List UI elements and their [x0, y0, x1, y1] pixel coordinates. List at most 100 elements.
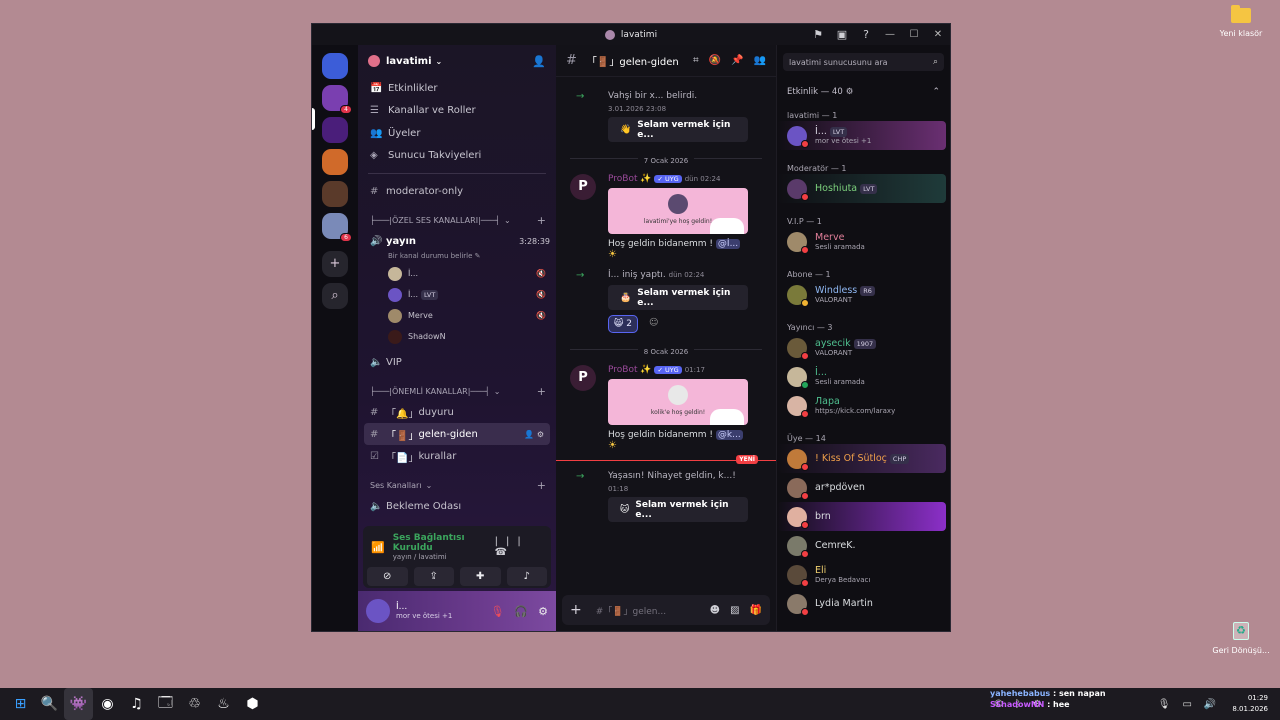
member-row[interactable]: brn	[777, 502, 946, 531]
voice-user[interactable]: Merve 🔇	[358, 305, 556, 326]
add-channel-icon[interactable]: +	[537, 479, 546, 492]
headphones-icon[interactable]: 🎧	[514, 605, 528, 618]
flag-icon[interactable]: ⚑	[806, 28, 830, 41]
bot-avatar[interactable]: P	[570, 174, 596, 200]
nav-item[interactable]: ◈ Sunucu Takviyeleri	[358, 145, 556, 168]
activities-button[interactable]: ✚	[460, 567, 501, 586]
welcome-card-image[interactable]: lavatimi'ye hoş geldin!	[608, 188, 748, 234]
spotify-app-icon[interactable]: ♫	[122, 688, 151, 720]
category-ozel-ses[interactable]: ├───|ÖZEL SES KANALLARI|───┤ ⌄ +	[358, 210, 556, 230]
close-button[interactable]: ✕	[926, 29, 950, 40]
search-input[interactable]: lavatimi sunucusunu ara ⌕	[783, 53, 944, 71]
channel-settings-icon[interactable]: 👤 ⚙	[524, 430, 544, 439]
nav-item[interactable]: 📅 Etkinlikler	[358, 77, 556, 100]
member-row[interactable]: İ... Sesli aramada	[777, 362, 946, 391]
maximize-button[interactable]: ☐	[902, 29, 926, 40]
member-row[interactable]: Eli Derya Bedavacı	[777, 560, 946, 589]
nav-item[interactable]: 👥 Üyeler	[358, 122, 556, 145]
voice-channel-bekleme[interactable]: 🔈 Bekleme Odası	[358, 495, 556, 517]
minimize-button[interactable]: —	[878, 29, 902, 40]
app-icon[interactable]: ♲	[180, 688, 209, 720]
bot-avatar[interactable]: P	[570, 365, 596, 391]
explore-icon[interactable]: ⌕	[322, 283, 348, 309]
guild-header[interactable]: lavatimi ⌄ 👤	[358, 45, 556, 77]
reaction[interactable]: 😸 2	[608, 315, 638, 333]
image-icon[interactable]: ▨	[730, 605, 739, 616]
server-icon[interactable]	[322, 181, 348, 207]
soundboard-button[interactable]: ♪	[506, 567, 547, 586]
invite-icon[interactable]: 👤	[532, 55, 546, 68]
member-list-icon[interactable]: 👥	[754, 55, 766, 66]
camera-off-button[interactable]: ⊘	[367, 567, 408, 586]
welcome-card-image[interactable]: kolik'e hoş geldin!	[608, 379, 748, 425]
noise-suppression-icon[interactable]: |||	[495, 536, 529, 547]
activity-header[interactable]: Etkinlik — 40 ⚙ ⌃	[777, 87, 950, 97]
greet-button[interactable]: 🐱 Selam vermek için e...	[608, 497, 748, 522]
nav-item[interactable]: ☰ Kanallar ve Roller	[358, 100, 556, 123]
channel-moderator-only[interactable]: # moderator-only	[358, 180, 556, 202]
mention[interactable]: @k...	[715, 430, 743, 440]
voice-user[interactable]: ShadowN	[358, 326, 556, 347]
server-icon[interactable]: 6	[322, 213, 352, 242]
message-composer[interactable]: + #「🚪」gelen... ☻ ▨ 🎁	[562, 595, 770, 625]
steam-app-icon[interactable]: ♨	[209, 688, 238, 720]
desktop-recycle-bin[interactable]: ♻ Geri Dönüşü...	[1211, 622, 1271, 655]
display-icon[interactable]: ▭	[1182, 699, 1191, 710]
member-row[interactable]: aysecik 1907 VALORANT	[777, 333, 946, 362]
add-channel-icon[interactable]: +	[537, 214, 546, 227]
help-icon[interactable]: ?	[854, 28, 878, 41]
voice-channel-vip[interactable]: 🔈 VIP	[358, 351, 556, 373]
message-input[interactable]: #「🚪」gelen...	[596, 604, 666, 617]
member-row[interactable]: Лара https://kick.com/laraxy	[777, 391, 946, 420]
greet-button[interactable]: 👋 Selam vermek için e...	[608, 117, 748, 142]
bot-name[interactable]: ProBot ✨	[608, 174, 652, 184]
explorer-app-icon[interactable]: 🗔	[151, 688, 180, 720]
server-icon[interactable]	[322, 117, 348, 143]
channel-duyuru[interactable]: # 「🔔」 duyuru	[358, 401, 556, 423]
member-row[interactable]: Hoshiuta LVT	[777, 174, 946, 203]
disconnect-icon[interactable]: ☎	[495, 547, 515, 558]
clock[interactable]: 01:29 8.01.2026	[1232, 693, 1268, 715]
mute-mic-icon[interactable]: 🎙	[490, 605, 504, 618]
epic-app-icon[interactable]: ⬢	[238, 688, 267, 720]
mention[interactable]: @İ...	[715, 239, 741, 249]
add-channel-icon[interactable]: +	[537, 385, 546, 398]
server-icon[interactable]: 4	[322, 85, 352, 114]
member-row[interactable]: Windless R6 VALORANT	[777, 280, 946, 309]
member-row[interactable]: ar*pdöven	[777, 473, 946, 502]
voice-user[interactable]: İ... 🔇	[358, 263, 556, 284]
chrome-app-icon[interactable]: ◉	[93, 688, 122, 720]
inbox-icon[interactable]: ▣	[830, 28, 854, 41]
voice-location[interactable]: yayın / lavatimi	[393, 553, 495, 561]
voice-user[interactable]: İ... LVT 🔇	[358, 284, 556, 305]
emoji-icon[interactable]: ☻	[710, 605, 720, 616]
attach-plus-icon[interactable]: +	[570, 602, 582, 618]
category-onemli[interactable]: ├───|ÖNEMLİ KANALLAR|───┤ ⌄ +	[358, 381, 556, 401]
server-icon[interactable]	[322, 53, 348, 79]
bot-name[interactable]: ProBot ✨	[608, 365, 652, 375]
server-icon[interactable]	[322, 149, 348, 175]
avatar[interactable]	[366, 599, 390, 623]
screen-share-button[interactable]: ⇪	[413, 567, 454, 586]
start-button[interactable]: ⊞	[6, 688, 35, 720]
desktop-folder-icon[interactable]: Yeni klasör	[1211, 5, 1271, 38]
add-reaction-icon[interactable]: ☺	[644, 315, 663, 333]
pin-icon[interactable]: 📌	[731, 55, 743, 66]
member-row[interactable]: Merve Sesli aramada	[777, 227, 946, 256]
channel-kurallar[interactable]: ☑ 「📄」 kurallar	[358, 445, 556, 467]
voice-channel-yayin[interactable]: 🔊 yayın 3:28:39	[358, 230, 556, 252]
discord-app-icon[interactable]: 👾	[64, 688, 93, 720]
voice-status[interactable]: Ses Bağlantısı Kuruldu	[393, 533, 495, 553]
add-server-icon[interactable]: +	[322, 251, 348, 277]
volume-icon[interactable]: 🔊	[1204, 699, 1216, 710]
channel-status[interactable]: Bir kanal durumu belirle ✎	[358, 252, 556, 263]
gift-icon[interactable]: 🎁	[750, 605, 762, 616]
mic-icon[interactable]: 🎙	[1158, 699, 1171, 710]
search-button[interactable]: 🔍	[35, 688, 64, 720]
member-row[interactable]: Lydia Martin	[777, 589, 946, 618]
member-row[interactable]: ! Kiss Of Sütloç CHP	[777, 444, 946, 473]
channel-gelen-giden[interactable]: # 「🚪」 gelen-giden 👤 ⚙	[364, 423, 550, 445]
settings-gear-icon[interactable]: ⚙	[538, 605, 548, 618]
member-row[interactable]: İ... LVT mor ve ötesi +1	[777, 121, 946, 150]
member-row[interactable]: CemreK.	[777, 531, 946, 560]
